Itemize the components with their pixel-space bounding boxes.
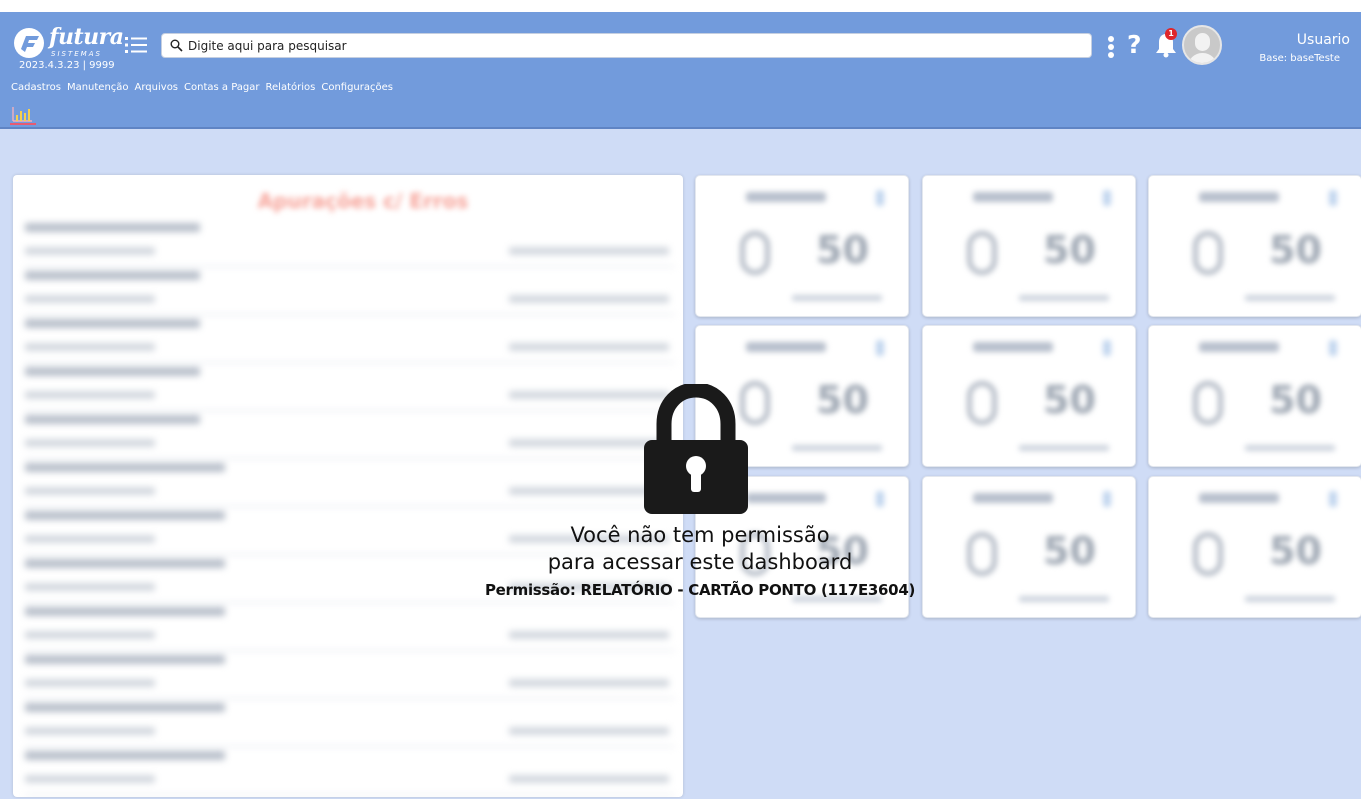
nav-item-manutencao[interactable]: Manutenção — [67, 82, 129, 93]
list-item — [25, 603, 675, 651]
nav-item-arquivos[interactable]: Arquivos — [135, 82, 179, 93]
nav-item-cadastros[interactable]: Cadastros — [11, 82, 61, 93]
no-permission-line1: Você não tem permissão — [570, 523, 830, 547]
search-bar[interactable] — [161, 33, 1092, 58]
list-item — [25, 363, 675, 411]
permission-code: Permissão: RELATÓRIO - CARTÃO PONTO (117… — [484, 581, 916, 599]
futura-logo[interactable]: futura SISTEMAS — [12, 24, 124, 62]
search-icon — [170, 39, 183, 52]
logo-wordmark: futura — [49, 24, 124, 50]
metric-card: 50 — [695, 175, 909, 317]
no-permission-line2: para acessar este dashboard — [547, 550, 853, 574]
no-permission-message: Você não tem permissão para acessar este… — [440, 522, 960, 576]
list-item — [25, 219, 675, 267]
kebab-icon[interactable] — [1107, 35, 1115, 59]
metric-card: 50 — [922, 175, 1136, 317]
metric-card: 50 — [1148, 175, 1361, 317]
card-value: 50 — [1043, 378, 1096, 422]
list-item — [25, 651, 675, 699]
notification-badge: 1 — [1165, 28, 1177, 40]
metric-card: 50 — [1148, 476, 1361, 618]
main-nav: Cadastros Manutenção Arquivos Contas a P… — [11, 82, 393, 93]
list-item — [25, 315, 675, 363]
errors-panel-title: Apurações c/ Erros — [257, 189, 469, 213]
list-item — [25, 459, 675, 507]
list-item — [25, 267, 675, 315]
errors-panel: Apurações c/ Erros — [13, 175, 683, 797]
chart-icon — [12, 107, 32, 122]
search-input[interactable] — [188, 36, 1083, 55]
top-strip — [0, 0, 1361, 12]
card-value: 50 — [816, 228, 869, 272]
nav-item-relatorios[interactable]: Relatórios — [266, 82, 316, 93]
futura-logo-icon — [14, 28, 44, 58]
metric-card: 50 — [1148, 325, 1361, 467]
version-label: 2023.4.3.23 | 9999 — [19, 60, 115, 71]
card-value: 50 — [1269, 378, 1322, 422]
card-value: 50 — [1269, 529, 1322, 573]
nav-item-contas-a-pagar[interactable]: Contas a Pagar — [184, 82, 259, 93]
app-header: futura SISTEMAS 2023.4.3.23 | 9999 ? 1 U… — [0, 12, 1361, 129]
list-item — [25, 699, 675, 747]
menu-icon[interactable] — [125, 36, 147, 54]
card-value: 50 — [816, 378, 869, 422]
list-item — [25, 411, 675, 459]
card-value: 50 — [1269, 228, 1322, 272]
errors-list — [25, 219, 675, 795]
list-item — [25, 747, 675, 795]
user-base: Base: baseTeste — [1259, 53, 1340, 64]
avatar-body — [1188, 53, 1217, 63]
lock-icon — [644, 384, 748, 514]
card-value: 50 — [1043, 529, 1096, 573]
logo-subtext: SISTEMAS — [51, 50, 102, 58]
card-value: 50 — [1043, 228, 1096, 272]
help-icon[interactable]: ? — [1127, 30, 1142, 59]
avatar-head — [1195, 33, 1210, 51]
nav-item-configuracoes[interactable]: Configurações — [321, 82, 393, 93]
dashboard-tab[interactable] — [10, 105, 36, 125]
metric-card: 50 — [922, 325, 1136, 467]
avatar[interactable] — [1182, 25, 1222, 65]
user-name[interactable]: Usuario — [1240, 32, 1350, 48]
